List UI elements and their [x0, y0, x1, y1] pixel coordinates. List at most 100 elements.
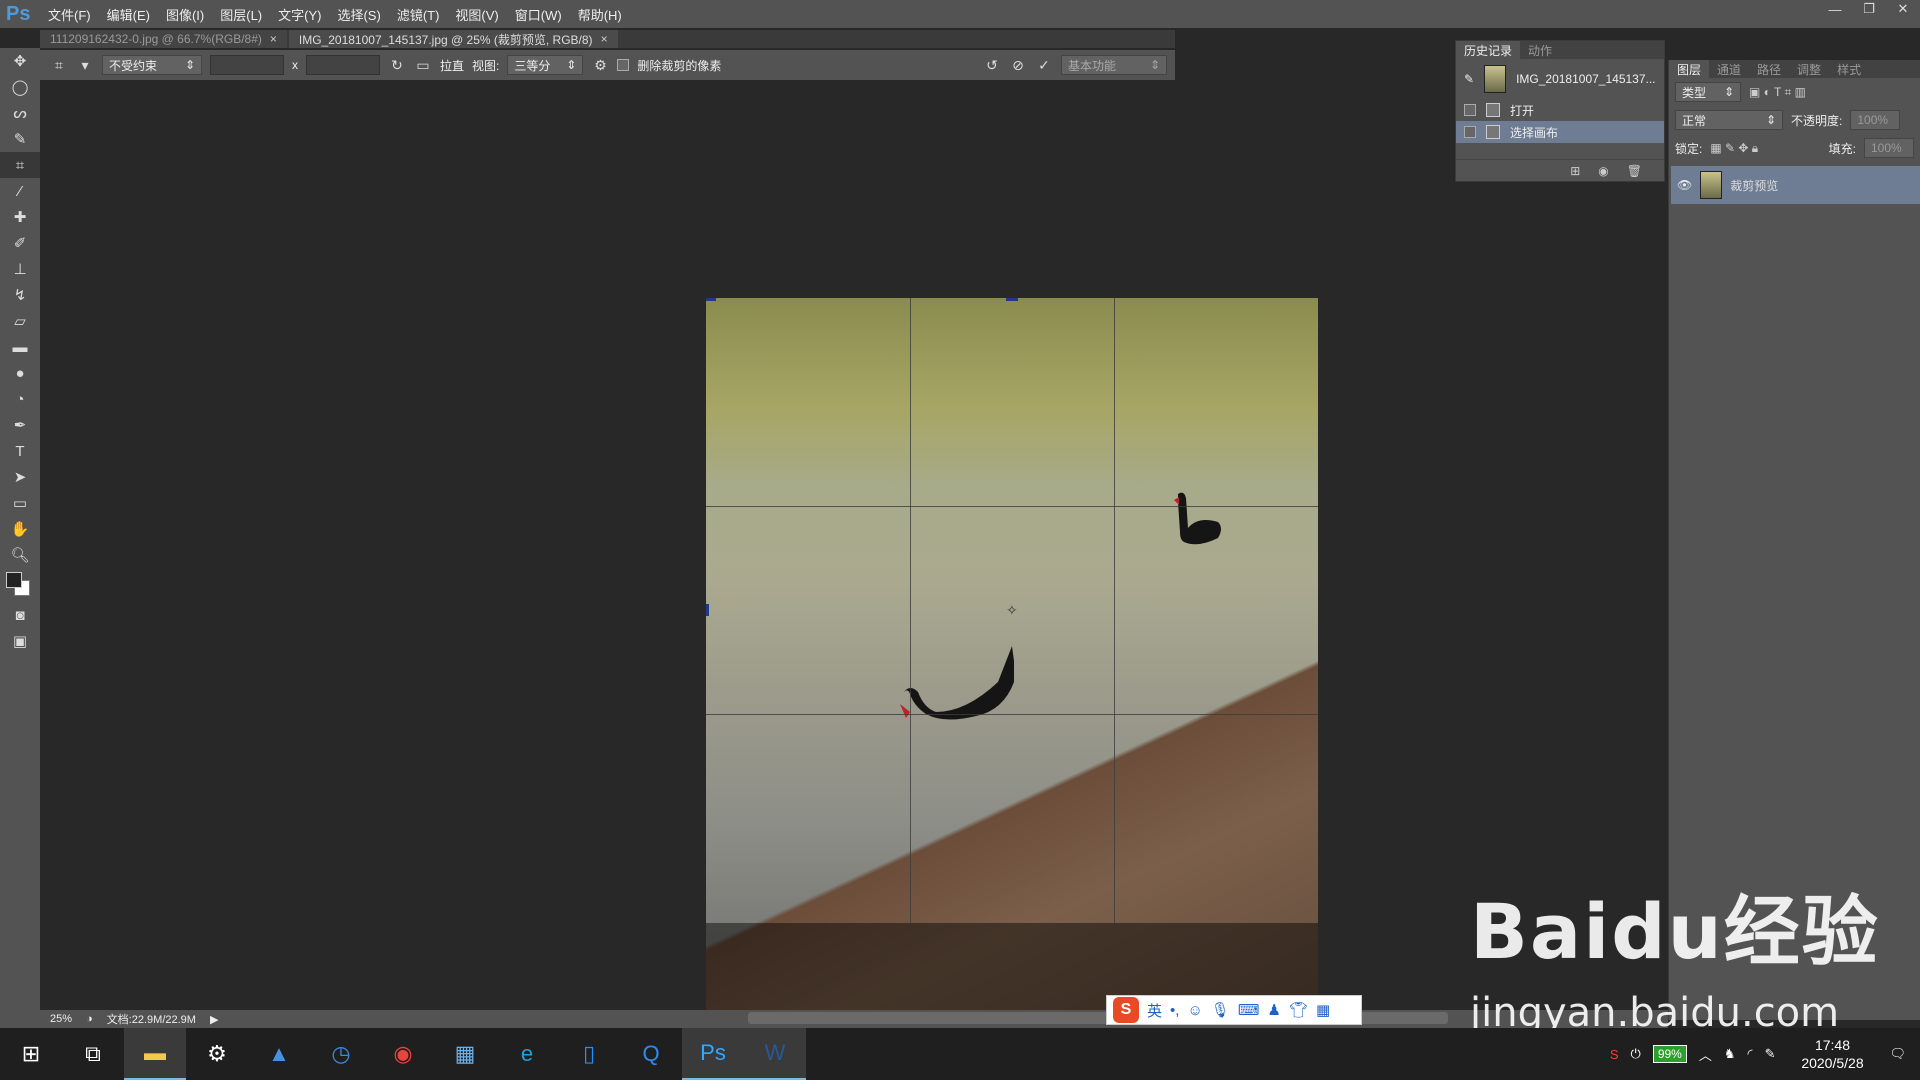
blur-tool-icon[interactable]: ●: [0, 360, 40, 386]
shirt-icon[interactable]: 👕︎: [1289, 1001, 1308, 1019]
trash-icon[interactable]: 🗑︎: [1627, 164, 1642, 178]
blend-mode-select[interactable]: 正常 ⇕: [1675, 110, 1783, 130]
path-select-tool-icon[interactable]: ➤: [0, 464, 40, 490]
tab-actions[interactable]: 动作: [1520, 41, 1560, 59]
layer-row[interactable]: 👁︎ 裁剪预览: [1671, 166, 1920, 204]
dodge-tool-icon[interactable]: ◔: [0, 386, 40, 412]
eraser-tool-icon[interactable]: ▱: [0, 308, 40, 334]
power-plug-icon[interactable]: ⏻: [1631, 1046, 1641, 1062]
history-item-selected[interactable]: 选择画布: [1456, 121, 1664, 143]
sogou-tray-icon[interactable]: S: [1610, 1047, 1619, 1062]
menu-item-file[interactable]: 文件(F): [40, 5, 99, 24]
store-icon[interactable]: ▦: [434, 1028, 496, 1080]
straighten-icon[interactable]: ▭: [414, 57, 432, 74]
tab-layers[interactable]: 图层: [1669, 60, 1710, 78]
cancel-icon[interactable]: ⊘: [1009, 57, 1027, 74]
microphone-icon[interactable]: 🎙︎: [1211, 1001, 1230, 1019]
close-icon[interactable]: ✕: [1886, 0, 1920, 18]
ratio-select[interactable]: 不受约束 ⇕: [102, 55, 202, 75]
tab-close-icon[interactable]: ×: [601, 32, 608, 46]
start-windows-icon[interactable]: ⊞: [0, 1028, 62, 1080]
doc-info-icon[interactable]: ◑: [86, 1013, 93, 1025]
foreground-color[interactable]: [6, 572, 22, 588]
photoshop-taskbar-icon[interactable]: Ps: [682, 1028, 744, 1080]
hand-tool-icon[interactable]: ✋: [0, 516, 40, 542]
history-checkbox[interactable]: [1464, 104, 1476, 116]
ie-icon[interactable]: e: [496, 1028, 558, 1080]
tab-channels[interactable]: 通道: [1709, 60, 1749, 78]
height-input[interactable]: [306, 55, 380, 75]
opacity-input[interactable]: 100%: [1850, 110, 1901, 130]
pen-tool-icon[interactable]: ✒: [0, 412, 40, 438]
punctuation-icon[interactable]: •,: [1170, 1002, 1179, 1019]
menu-item-window[interactable]: 窗口(W): [507, 5, 570, 24]
fill-input[interactable]: 100%: [1864, 138, 1914, 158]
chevron-up-icon[interactable]: ︿: [1699, 1045, 1712, 1064]
search-app-icon[interactable]: Q: [620, 1028, 682, 1080]
kind-select[interactable]: 类型 ⇕: [1675, 82, 1741, 102]
quick-select-tool-icon[interactable]: ✎: [0, 126, 40, 152]
straighten-label[interactable]: 拉直: [440, 57, 464, 74]
move-tool-icon[interactable]: ✥: [0, 48, 40, 74]
menu-item-select[interactable]: 选择(S): [329, 5, 388, 24]
crop-preview-image[interactable]: ✧: [706, 298, 1318, 1080]
stamp-tool-icon[interactable]: ⊥: [0, 256, 40, 282]
crop-handle-top-left[interactable]: [706, 298, 716, 301]
phone-app-icon[interactable]: ▯: [558, 1028, 620, 1080]
crop-tool-icon[interactable]: ⌗: [50, 57, 68, 74]
reset-icon[interactable]: ↺: [983, 57, 1001, 74]
chrome-icon[interactable]: ◉: [372, 1028, 434, 1080]
menu-item-layer[interactable]: 图层(L): [212, 5, 270, 24]
camera-icon[interactable]: ◉: [1598, 164, 1608, 178]
screen-mode-icon[interactable]: ▣: [0, 628, 40, 654]
type-tool-icon[interactable]: T: [0, 438, 40, 464]
color-swatches[interactable]: [0, 568, 40, 602]
tab-history[interactable]: 历史记录: [1456, 41, 1521, 59]
delete-pixels-checkbox[interactable]: [617, 59, 630, 71]
qq-icon[interactable]: ♞: [1724, 1046, 1736, 1062]
brush-tool-icon[interactable]: ✐: [0, 230, 40, 256]
lock-icons[interactable]: ▦ ✎ ✥ 🔒︎: [1710, 141, 1758, 156]
zoom-level[interactable]: 25%: [50, 1013, 72, 1025]
battery-indicator[interactable]: 99%: [1652, 1045, 1687, 1063]
history-item[interactable]: 打开: [1456, 99, 1664, 121]
word-icon[interactable]: W: [744, 1028, 806, 1080]
user-icon[interactable]: ♟: [1267, 1001, 1280, 1019]
gradient-tool-icon[interactable]: ▬: [0, 334, 40, 360]
history-checkbox[interactable]: [1464, 126, 1476, 138]
filter-icons[interactable]: ▣ ◐ T ⌗ ▥: [1749, 85, 1806, 100]
tab-styles[interactable]: 样式: [1829, 60, 1869, 78]
menu-item-edit[interactable]: 编辑(E): [99, 5, 158, 24]
lasso-tool-icon[interactable]: ᔕ: [0, 100, 40, 126]
keyboard-icon[interactable]: ⌨: [1238, 1001, 1260, 1019]
view-select[interactable]: 三等分 ⇕: [507, 55, 584, 75]
emoji-icon[interactable]: ☺: [1187, 1002, 1202, 1019]
menu-item-type[interactable]: 文字(Y): [270, 5, 329, 24]
shape-tool-icon[interactable]: ▭: [0, 490, 40, 516]
gear-icon[interactable]: ⚙: [591, 57, 609, 74]
menu-item-image[interactable]: 图像(I): [158, 5, 212, 24]
pen-icon[interactable]: ✎: [1765, 1046, 1776, 1062]
tab-adjustments[interactable]: 调整: [1789, 60, 1829, 78]
menu-item-help[interactable]: 帮助(H): [570, 5, 630, 24]
status-menu-icon[interactable]: ▶: [210, 1013, 218, 1026]
swap-icon[interactable]: ↻: [388, 57, 406, 74]
commit-icon[interactable]: ✓: [1035, 57, 1053, 74]
workspace-select[interactable]: 基本功能 ⇕: [1061, 55, 1167, 75]
crop-handle-top[interactable]: [1006, 298, 1018, 301]
crop-handle-left[interactable]: [706, 604, 709, 616]
sogou-logo-icon[interactable]: S: [1113, 997, 1139, 1023]
menu-item-view[interactable]: 视图(V): [447, 5, 506, 24]
tab-document-1[interactable]: 111209162432-0.jpg @ 66.7%(RGB/8#) ×: [40, 30, 287, 48]
marquee-tool-icon[interactable]: ◯: [0, 74, 40, 100]
chevron-down-icon[interactable]: ▾: [76, 57, 94, 74]
tab-paths[interactable]: 路径: [1749, 60, 1789, 78]
wifi-icon[interactable]: ◜: [1748, 1046, 1753, 1062]
photos-icon[interactable]: ▲: [248, 1028, 310, 1080]
visibility-eye-icon[interactable]: 👁︎: [1677, 178, 1692, 192]
tab-document-2[interactable]: IMG_20181007_145137.jpg @ 25% (裁剪预览, RGB…: [288, 30, 618, 48]
eyedropper-tool-icon[interactable]: ⁄: [0, 178, 40, 204]
history-snapshot[interactable]: ✎ IMG_20181007_145137...: [1456, 59, 1664, 99]
quick-mask-icon[interactable]: ◙: [0, 602, 40, 628]
canvas-area[interactable]: ✧: [40, 80, 1668, 1080]
